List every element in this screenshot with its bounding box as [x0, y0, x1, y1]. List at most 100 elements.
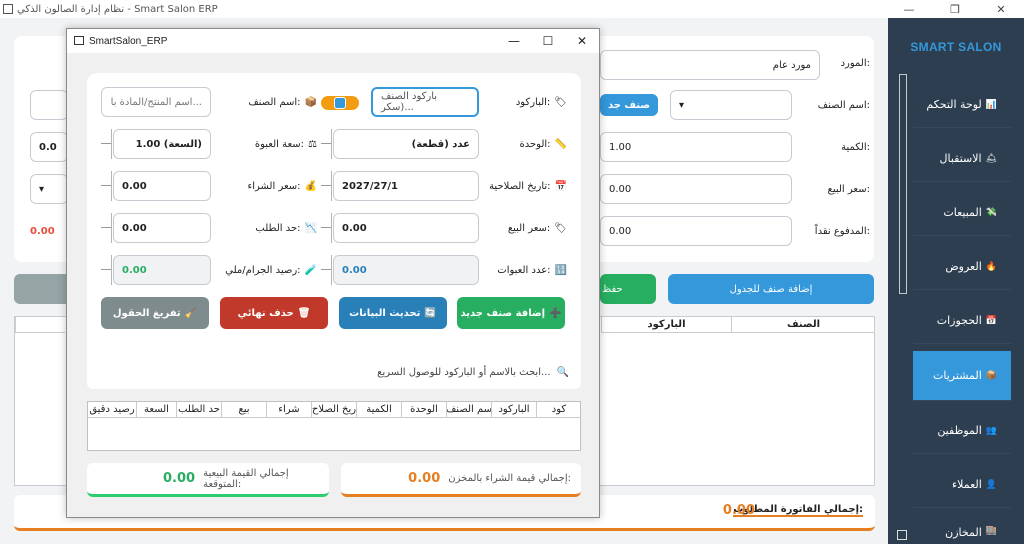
col-unit[interactable]: الوحدة	[401, 402, 446, 418]
col-barcode[interactable]: الباركود	[491, 402, 536, 418]
close-button[interactable]: ✕	[978, 0, 1024, 18]
left-select[interactable]: ▾	[30, 174, 68, 204]
supplier-select[interactable]: مورد عام	[600, 50, 820, 80]
dialog-app-icon	[74, 36, 84, 45]
buy-price-spin[interactable]	[101, 171, 112, 201]
table-header-item[interactable]: الصنف	[731, 317, 875, 333]
table-header-barcode[interactable]: الباركود	[601, 317, 731, 333]
dialog-title: SmartSalon_ERP	[89, 35, 168, 47]
expiry-field[interactable]: 2027/27/1	[333, 171, 479, 201]
barcode-scan-toggle[interactable]	[321, 96, 359, 110]
qty-field[interactable]: 1.00	[600, 132, 792, 162]
sidebar-item-reception[interactable]: الاستقبال 🛎	[913, 136, 1011, 182]
col-qty[interactable]: الكمية	[356, 402, 401, 418]
sell-price-label: سعر البيع:	[827, 184, 870, 195]
sidebar-item-offers[interactable]: العروض 🔥	[913, 244, 1011, 290]
total-buy-value: 0.00	[408, 471, 441, 486]
minimize-button[interactable]: —	[886, 0, 932, 18]
sell-price-field[interactable]: 0.00	[600, 174, 792, 204]
left-field-1[interactable]	[30, 90, 68, 120]
item-name-input[interactable]: اسم المنتج/المادة با...	[101, 87, 211, 117]
search-icon: 🔍	[556, 366, 569, 378]
sidebar: SMART SALON لوحة التحكم 📊 الاستقبال 🛎 المب…	[888, 18, 1024, 544]
add-item-button[interactable]: إضافة صنف جديد ➕	[457, 297, 565, 329]
delete-label: حذف نهائي	[237, 307, 294, 319]
reorder-spin[interactable]	[101, 213, 112, 243]
item-dialog: SmartSalon_ERP — ☐ ✕ الباركود: 🏷 باركود ا…	[66, 28, 600, 518]
gray-button[interactable]	[14, 274, 74, 304]
add-to-table-button[interactable]: إضافة صنف للجدول	[668, 274, 874, 304]
pipette-icon: 🧪	[304, 265, 317, 276]
col-sell[interactable]: بيع	[221, 402, 266, 418]
sidebar-item-label: الحجوزات	[936, 314, 982, 327]
fire-icon: 🔥	[985, 261, 997, 272]
unit-select[interactable]: عدد (قطعة)	[333, 129, 479, 159]
sidebar-item-employees[interactable]: الموظفين 👥	[913, 408, 1011, 454]
update-label: تحديث البيانات	[349, 307, 421, 319]
sidebar-scrollbar[interactable]	[899, 74, 907, 294]
total-buy-card: 0.00 إجمالي قيمة الشراء بالمخزن:	[341, 463, 581, 497]
reorder-field[interactable]: 0.00	[113, 213, 211, 243]
add-item-label: إضافة صنف جديد	[460, 307, 546, 319]
col-capacity[interactable]: السعة	[136, 402, 176, 418]
bell-icon: 🛎	[985, 153, 997, 164]
packs-spin[interactable]	[321, 255, 332, 285]
delete-button[interactable]: حذف نهائي 🗑	[220, 297, 328, 329]
sidebar-scroll-down[interactable]	[897, 530, 907, 540]
clear-label: تفريغ الحقول	[112, 307, 181, 319]
col-balance[interactable]: رصيد دقيق	[88, 402, 136, 418]
moneybag-icon: 💰	[304, 181, 317, 192]
buy-price-label: سعر الشراء: 💰	[247, 181, 317, 192]
plus-icon: ➕	[549, 307, 562, 319]
col-code[interactable]: كود	[536, 402, 581, 418]
sidebar-item-purchases[interactable]: المشتريات 📦	[913, 351, 1011, 401]
sell-price-spin[interactable]	[321, 213, 332, 243]
pack-spin[interactable]	[101, 129, 112, 159]
expiry-spin[interactable]	[321, 171, 332, 201]
col-name[interactable]: سم الصنف	[446, 402, 491, 418]
sidebar-item-label: لوحة التحكم	[926, 98, 982, 111]
broom-icon: 🧹	[184, 307, 198, 319]
sell-price-field[interactable]: 0.00	[333, 213, 479, 243]
search-placeholder: ابحث بالاسم أو الباركود للوصول السريع...	[377, 366, 551, 378]
sidebar-item-dashboard[interactable]: لوحة التحكم 📊	[913, 82, 1011, 128]
item-name-label: اسم الصنف: 📦	[248, 97, 317, 108]
people-icon: 👥	[985, 425, 997, 436]
item-name-select[interactable]: ▾	[670, 90, 792, 120]
sidebar-item-stores[interactable]: المخازن 🏬	[913, 518, 1011, 544]
sidebar-item-label: المخازن	[945, 526, 982, 539]
item-search-box[interactable]: ابحث بالاسم أو الباركود للوصول السريع...…	[87, 355, 581, 389]
box-icon: 📦	[304, 97, 317, 108]
save-button[interactable]: حفظ	[600, 274, 656, 304]
maximize-button[interactable]: ❐	[932, 0, 978, 18]
trend-down-icon: 📉	[304, 223, 317, 234]
total-sell-card: 0.00 إجمالي القيمة البيعية المتوقعة:	[87, 463, 329, 497]
paid-field[interactable]: 0.00	[600, 216, 792, 246]
dialog-maximize-button[interactable]: ☐	[531, 29, 565, 53]
col-reorder[interactable]: حد الطلب	[176, 402, 221, 418]
sidebar-item-sales[interactable]: المبيعات 💸	[913, 190, 1011, 236]
pack-field[interactable]: 1.00 (السعة)	[113, 129, 211, 159]
table-header-empty	[15, 317, 65, 333]
new-item-button[interactable]: صنف جد	[600, 94, 658, 116]
item-name-label: اسم الصنف:	[817, 100, 870, 111]
col-buy[interactable]: شراء	[266, 402, 311, 418]
clear-button[interactable]: تفريغ الحقول 🧹	[101, 297, 209, 329]
sidebar-item-bookings[interactable]: الحجوزات 📅	[913, 298, 1011, 344]
balance-spin[interactable]	[101, 255, 112, 285]
balance-label: رصيد الجرام/ملي: 🧪	[225, 265, 317, 276]
left-qty-field[interactable]: 0.0	[30, 132, 68, 162]
barcode-input[interactable]: باركود الصنف (سكر...	[371, 87, 479, 117]
items-table: كود الباركود سم الصنف الوحدة الكمية ريخ …	[87, 401, 581, 451]
unit-spin[interactable]	[321, 129, 332, 159]
total-sell-label: إجمالي القيمة البيعية المتوقعة:	[203, 467, 289, 490]
update-button[interactable]: تحديث البيانات 🔄	[339, 297, 447, 329]
col-expiry[interactable]: ريخ الصلاح	[311, 402, 356, 418]
sidebar-item-customers[interactable]: العملاء 👤	[913, 462, 1011, 508]
ruler-icon: 📏	[554, 139, 567, 150]
paid-label: المدفوع نقداً:	[814, 226, 870, 237]
dialog-close-button[interactable]: ✕	[565, 29, 599, 53]
buy-price-field[interactable]: 0.00	[113, 171, 211, 201]
dialog-minimize-button[interactable]: —	[497, 29, 531, 53]
total-buy-label: إجمالي قيمة الشراء بالمخزن:	[448, 473, 571, 484]
